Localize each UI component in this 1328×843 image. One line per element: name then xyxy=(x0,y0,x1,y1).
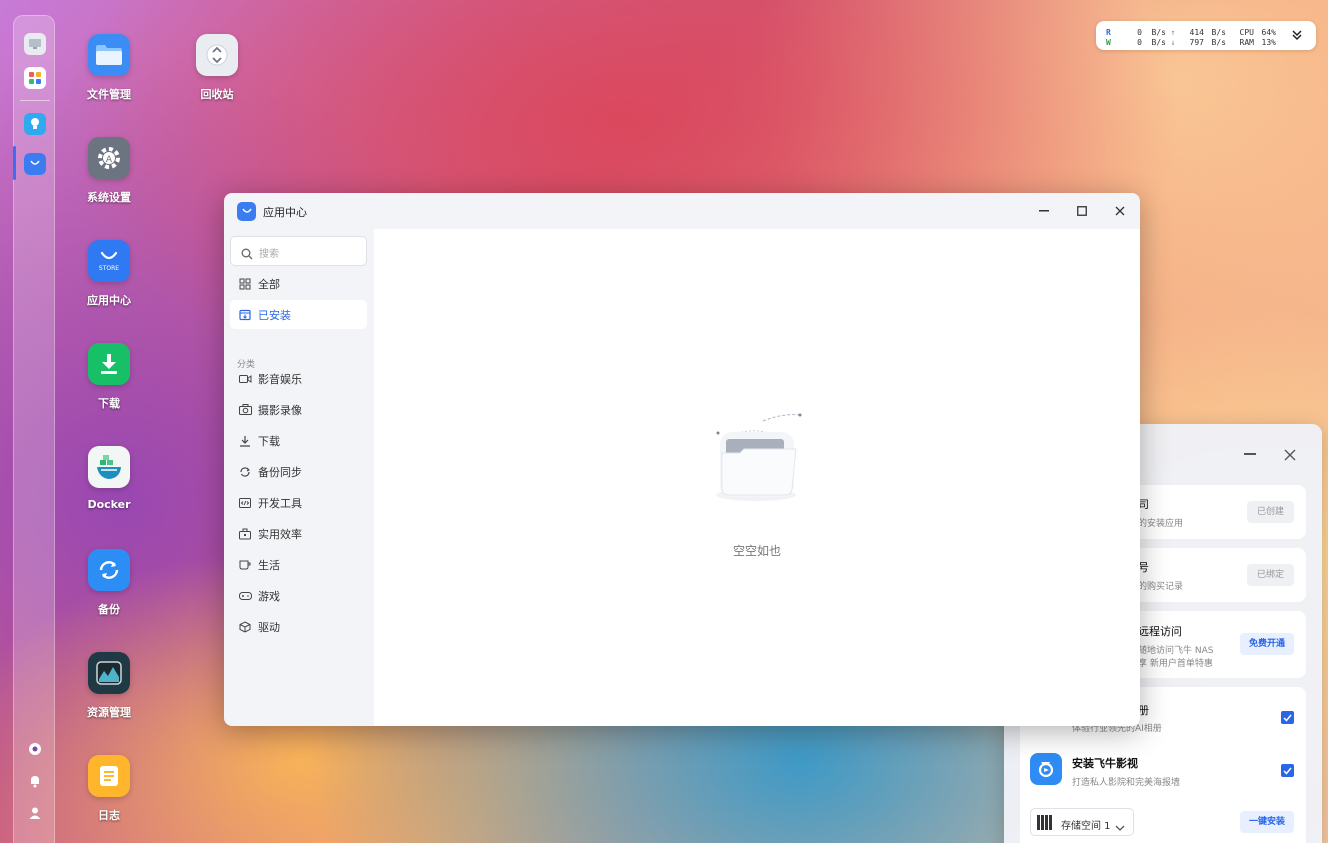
desktop-icon-backup[interactable]: 备份 xyxy=(64,549,154,617)
close-button[interactable] xyxy=(1111,202,1129,220)
category-drivers[interactable]: 驱动 xyxy=(230,612,367,641)
chevron-double-down-icon[interactable] xyxy=(1292,29,1302,43)
window-titlebar[interactable]: 应用中心 xyxy=(224,193,1140,229)
bound-button[interactable]: 已绑定 xyxy=(1246,564,1294,586)
gamepad-icon xyxy=(238,589,252,603)
sidebar: 搜索 全部 已安装 分类 影音娱乐 摄影录像 下载 备份同步 开发工具 实用效率… xyxy=(224,229,374,726)
window-title: 应用中心 xyxy=(263,206,307,219)
app-grid-icon[interactable] xyxy=(24,67,46,89)
chevron-down-icon xyxy=(1115,817,1125,836)
user-icon[interactable] xyxy=(24,802,46,824)
resource-monitor-icon xyxy=(88,652,130,694)
category-camera[interactable]: 摄影录像 xyxy=(230,395,367,424)
category-productivity[interactable]: 实用效率 xyxy=(230,519,367,548)
grid-icon xyxy=(238,277,252,291)
maximize-button[interactable] xyxy=(1073,202,1091,220)
code-icon xyxy=(238,496,252,510)
net-up-value: 414 xyxy=(1189,27,1204,37)
storage-icon xyxy=(1037,815,1053,830)
upload-arrow-icon: ↑ xyxy=(1170,27,1176,37)
dock xyxy=(13,15,55,843)
log-icon xyxy=(88,755,130,797)
dock-active-indicator xyxy=(13,146,16,180)
bell-icon[interactable] xyxy=(24,770,46,792)
free-activate-button[interactable]: 免费开通 xyxy=(1239,633,1294,655)
download-icon xyxy=(238,434,252,448)
category-games[interactable]: 游戏 xyxy=(230,581,367,610)
feiniu-video-icon xyxy=(1030,753,1062,785)
minimize-icon[interactable] xyxy=(1244,453,1256,455)
nav-installed[interactable]: 已安装 xyxy=(230,300,367,329)
folder-icon xyxy=(88,34,130,76)
category-video[interactable]: 影音娱乐 xyxy=(230,364,367,393)
disk-read-label: R xyxy=(1106,27,1111,37)
download-arrow-icon: ↓ xyxy=(1170,37,1176,47)
installed-icon xyxy=(238,308,252,322)
ram-value: 13% xyxy=(1261,37,1276,47)
storage-select[interactable]: 存储空间 1 xyxy=(1030,808,1134,836)
app-center-window: 应用中心 搜索 全部 已安装 分类 影音娱乐 摄影录像 下载 备份同步 开发工具… xyxy=(224,193,1140,726)
disk-write-label: W xyxy=(1106,37,1111,47)
empty-state-text: 空空如也 xyxy=(732,544,781,558)
download-icon xyxy=(88,343,130,385)
desktop-icon-docker[interactable]: Docker xyxy=(64,446,154,511)
recycle-bin-icon xyxy=(196,34,238,76)
desktop-icon-recycle-bin[interactable]: 回收站 xyxy=(172,34,262,102)
docker-icon xyxy=(88,446,130,488)
cpu-label: CPU xyxy=(1239,27,1254,37)
one-click-install-button[interactable]: 一键安装 xyxy=(1239,811,1294,833)
desktop-icon-download[interactable]: 下载 xyxy=(64,343,154,411)
category-life[interactable]: 生活 xyxy=(230,550,367,579)
category-sync[interactable]: 备份同步 xyxy=(230,457,367,486)
svg-text:STORE: STORE xyxy=(99,265,119,272)
cpu-value: 64% xyxy=(1261,27,1276,37)
coffee-icon xyxy=(238,558,252,572)
nav-all[interactable]: 全部 xyxy=(230,269,367,298)
search-box[interactable]: 搜索 xyxy=(230,236,367,266)
category-dev-tools[interactable]: 开发工具 xyxy=(230,488,367,517)
backup-icon xyxy=(88,549,130,591)
gear-icon: A xyxy=(88,137,130,179)
content-area: 空空如也 xyxy=(374,229,1140,726)
category-download[interactable]: 下载 xyxy=(230,426,367,455)
minimize-button[interactable] xyxy=(1035,202,1053,220)
desktop-icon-files[interactable]: 文件管理 xyxy=(64,34,154,102)
cube-icon xyxy=(238,620,252,634)
store-icon[interactable] xyxy=(24,153,46,175)
svg-text:A: A xyxy=(106,155,113,165)
close-icon[interactable] xyxy=(1284,446,1296,465)
desktop-icon-settings[interactable]: A 系统设置 xyxy=(64,137,154,205)
store-icon xyxy=(237,202,256,221)
desktop-icon-resource-monitor[interactable]: 资源管理 xyxy=(64,652,154,720)
empty-folder-illustration xyxy=(708,407,808,511)
search-placeholder: 搜索 xyxy=(259,249,279,260)
toolbox-icon xyxy=(238,527,252,541)
video-checkbox[interactable] xyxy=(1281,764,1294,777)
photos-checkbox[interactable] xyxy=(1281,711,1294,724)
ram-label: RAM xyxy=(1239,37,1254,47)
created-button[interactable]: 已创建 xyxy=(1246,501,1294,523)
monitor-icon[interactable] xyxy=(24,33,46,55)
disk-read-value: 0 xyxy=(1137,27,1142,37)
sync-icon xyxy=(238,465,252,479)
disk-write-value: 0 xyxy=(1137,37,1142,47)
desktop-icon-log[interactable]: 日志 xyxy=(64,755,154,823)
network-icon[interactable] xyxy=(24,738,46,760)
system-status-widget[interactable]: R 0 B/s ↑ 414 B/s CPU 64% W 0 B/s ↓ 797 … xyxy=(1096,21,1316,50)
video-icon xyxy=(238,372,252,386)
search-icon xyxy=(241,245,253,264)
net-down-value: 797 xyxy=(1189,37,1204,47)
install-video-title: 安装飞牛影视 xyxy=(1072,757,1138,770)
camera-icon xyxy=(238,403,252,417)
store-icon: STORE xyxy=(88,240,130,282)
desktop-icon-app-center[interactable]: STORE 应用中心 xyxy=(64,240,154,308)
tips-icon[interactable] xyxy=(24,113,46,135)
